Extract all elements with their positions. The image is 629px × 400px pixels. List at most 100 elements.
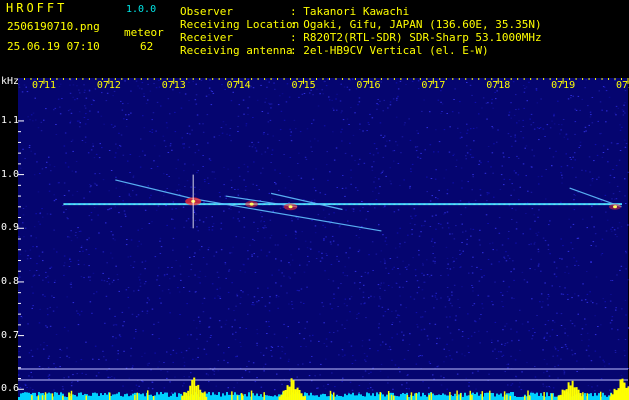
noise-pixel [336, 330, 339, 332]
noise-pixel [617, 107, 620, 109]
noise-pixel [69, 122, 71, 124]
noise-pixel [55, 334, 58, 335]
noise-pixel [509, 257, 511, 259]
noise-pixel [344, 354, 346, 356]
noise-pixel [234, 339, 237, 341]
noise-pixel [30, 114, 33, 116]
noise-pixel [80, 359, 83, 361]
noise-pixel [112, 336, 114, 338]
activity-peak [615, 390, 618, 400]
noise-pixel [202, 155, 204, 156]
noise-pixel [385, 237, 387, 239]
activity-peak [296, 387, 299, 400]
noise-pixel [270, 350, 272, 351]
noise-pixel [349, 142, 351, 144]
noise-pixel [541, 175, 543, 177]
noise-pixel [323, 125, 326, 127]
noise-pixel [260, 386, 263, 388]
noise-pixel [98, 173, 101, 174]
activity-peak [286, 385, 289, 400]
noise-pixel [66, 347, 68, 349]
noise-pixel [459, 266, 461, 268]
noise-pixel [172, 349, 175, 351]
noise-pixel [85, 249, 88, 251]
noise-pixel [577, 265, 580, 266]
noise-pixel [208, 158, 211, 160]
noise-pixel [405, 280, 408, 282]
noise-pixel [137, 85, 139, 87]
activity-peak [302, 396, 305, 400]
noise-pixel [399, 295, 401, 297]
noise-pixel [154, 352, 156, 354]
noise-pixel [67, 376, 70, 378]
noise-pixel [298, 333, 301, 335]
noise-pixel [166, 224, 168, 226]
activity-bar [106, 394, 108, 400]
noise-pixel [295, 237, 297, 239]
noise-pixel [298, 248, 300, 250]
noise-pixel [157, 275, 159, 277]
noise-pixel [343, 303, 346, 305]
activity-bar [350, 394, 352, 400]
noise-pixel [602, 298, 604, 300]
activity-bar [178, 393, 180, 400]
noise-pixel [74, 234, 77, 236]
noise-pixel [446, 211, 449, 213]
activity-bar [270, 396, 272, 400]
activity-peak [191, 379, 194, 400]
noise-pixel [359, 210, 361, 212]
noise-pixel [130, 355, 132, 357]
noise-pixel [247, 114, 249, 115]
noise-pixel [383, 282, 385, 284]
noise-pixel [105, 222, 107, 224]
noise-pixel [290, 179, 293, 181]
x-tick-label: 0716 [356, 80, 381, 91]
noise-pixel [118, 290, 120, 292]
noise-pixel [22, 119, 24, 121]
noise-pixel [485, 214, 488, 216]
noise-pixel [230, 179, 233, 181]
noise-pixel [68, 357, 71, 359]
noise-pixel [453, 284, 456, 286]
noise-pixel [217, 344, 220, 346]
noise-pixel [166, 127, 169, 129]
noise-pixel [404, 266, 407, 268]
noise-pixel [350, 345, 353, 347]
noise-pixel [540, 270, 542, 272]
noise-pixel [223, 184, 225, 186]
noise-pixel [593, 160, 595, 162]
noise-pixel [491, 98, 493, 100]
noise-pixel [197, 276, 200, 278]
noise-pixel [290, 131, 292, 133]
noise-pixel [83, 84, 85, 86]
noise-pixel [248, 390, 250, 392]
noise-pixel [380, 81, 382, 83]
noise-pixel [470, 335, 473, 337]
noise-pixel [603, 145, 605, 147]
noise-pixel [78, 89, 80, 91]
noise-pixel [418, 344, 421, 346]
noise-pixel [451, 358, 453, 360]
activity-spike [503, 391, 506, 400]
activity-spike [146, 390, 149, 400]
noise-pixel [402, 260, 404, 262]
noise-pixel [379, 186, 381, 188]
noise-pixel [359, 129, 361, 130]
noise-pixel [557, 350, 559, 352]
noise-pixel [436, 366, 438, 368]
noise-pixel [265, 227, 267, 229]
noise-pixel [529, 228, 532, 230]
noise-pixel [267, 287, 269, 289]
noise-pixel [186, 303, 188, 305]
noise-pixel [510, 135, 512, 137]
noise-pixel [452, 182, 454, 184]
activity-spike [618, 390, 620, 400]
noise-pixel [180, 107, 183, 109]
activity-bar [72, 394, 74, 400]
noise-pixel [180, 351, 183, 353]
noise-pixel [70, 240, 73, 242]
noise-pixel [608, 182, 611, 184]
noise-pixel [235, 331, 237, 333]
noise-pixel [423, 225, 425, 227]
noise-pixel [486, 331, 488, 333]
